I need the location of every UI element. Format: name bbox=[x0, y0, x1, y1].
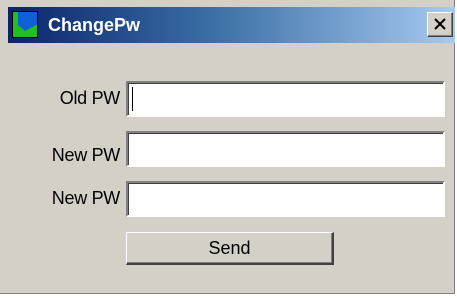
app-icon bbox=[12, 11, 38, 38]
changepw-window: ChangePw Old PW New PW New PW Send bbox=[0, 0, 455, 294]
window-title: ChangePw bbox=[48, 15, 141, 35]
close-icon bbox=[434, 18, 446, 30]
title-bar[interactable]: ChangePw bbox=[8, 7, 455, 43]
send-button[interactable]: Send bbox=[126, 232, 334, 265]
confirm-pw-field[interactable] bbox=[126, 181, 445, 217]
close-button[interactable] bbox=[427, 12, 453, 37]
new-pw-field[interactable] bbox=[126, 131, 445, 167]
text-caret bbox=[132, 87, 133, 111]
new-pw-label: New PW bbox=[51, 145, 121, 165]
confirm-pw-label: New PW bbox=[51, 188, 121, 208]
old-pw-field[interactable] bbox=[126, 81, 445, 117]
old-pw-label: Old PW bbox=[59, 88, 121, 108]
